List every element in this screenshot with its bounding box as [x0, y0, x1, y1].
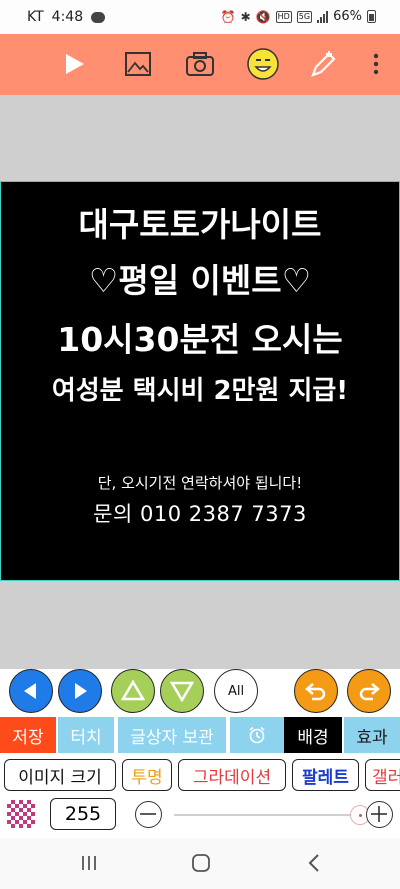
bluetooth-icon: ✱ [240, 9, 251, 24]
transparency-swatch[interactable] [7, 800, 35, 828]
gallery-button[interactable]: 갤러 [365, 759, 400, 791]
redo-button[interactable] [347, 669, 391, 713]
canvas-line-6: 문의 010 2387 7373 [93, 502, 307, 526]
network-type-icon: 5G [296, 10, 313, 23]
transparency-button[interactable]: 투명 [122, 759, 172, 791]
tab-touch[interactable]: 터치 [56, 717, 114, 753]
alpha-value[interactable]: 255 [50, 798, 116, 830]
arrow-left-icon [24, 683, 36, 699]
canvas-line-4: 여성분 택시비 2만원 지급! [51, 376, 349, 406]
text-canvas[interactable]: 대구토토가나이트 ♡평일 이벤트♡ 10시30분전 오시는 여성분 택시비 2만… [0, 181, 400, 581]
image-icon [125, 52, 151, 76]
canvas-line-2: ♡평일 이벤트♡ [88, 261, 312, 300]
recent-apps-button[interactable] [80, 854, 98, 876]
edit-icon [311, 51, 336, 77]
tab-effect[interactable]: 효과 [342, 717, 400, 753]
image-button[interactable] [120, 46, 156, 82]
more-button[interactable] [358, 46, 394, 82]
canvas-line-1: 대구토토가나이트 [78, 205, 322, 244]
edit-button[interactable] [306, 46, 342, 82]
battery-percent: 66% [333, 9, 362, 24]
minus-icon [140, 813, 156, 815]
home-button[interactable] [191, 853, 211, 877]
alpha-slider-track[interactable] [174, 814, 366, 816]
thumb-center-dot [359, 814, 362, 817]
canvas-line-3: 10시30분전 오시는 [57, 320, 343, 359]
arrow-down-icon [170, 681, 194, 702]
option-buttons: 이미지 크기 투명 그라데이션 팔레트 갤러 [0, 759, 400, 791]
recent-apps-icon [82, 856, 96, 870]
more-icon [373, 53, 379, 75]
undo-icon [305, 683, 326, 701]
camera-icon [186, 52, 214, 76]
emoji-button[interactable] [245, 46, 281, 82]
navigation-row: All [0, 669, 400, 713]
tab-save[interactable]: 저장 [0, 717, 56, 753]
move-up-button[interactable] [111, 669, 155, 713]
camera-button[interactable] [182, 46, 218, 82]
signal-icon [317, 10, 329, 23]
message-icon [91, 11, 106, 23]
tab-background[interactable]: 배경 [284, 717, 342, 753]
play-button[interactable] [56, 46, 92, 82]
redo-icon [359, 683, 380, 701]
mute-icon: 🔇 [255, 9, 271, 24]
select-all-button[interactable]: All [214, 669, 258, 713]
plus-icon [371, 806, 387, 822]
back-button[interactable] [306, 853, 322, 877]
battery-icon [367, 10, 376, 23]
tab-alarm[interactable] [228, 717, 284, 753]
select-all-label: All [227, 683, 245, 699]
alarm-icon: ⏰ [220, 9, 236, 24]
tab-textbox-storage[interactable]: 글상자 보관 [116, 717, 226, 753]
status-bar: KT 4:48 ⏰ ✱ 🔇 HD 5G 66% [0, 0, 400, 34]
move-down-button[interactable] [160, 669, 204, 713]
arrow-up-icon [121, 680, 145, 701]
hd-icon: HD [275, 10, 292, 23]
canvas-line-5: 단, 오시기전 연락하셔야 됩니다! [97, 474, 303, 492]
clock: 4:48 [51, 9, 84, 25]
play-icon [66, 54, 84, 74]
carrier-label: KT [27, 9, 44, 25]
decrease-button[interactable] [135, 801, 162, 828]
undo-button[interactable] [294, 669, 338, 713]
system-navigation-bar [0, 838, 400, 889]
function-tabs: 저장 터치 글상자 보관 배경 효과 [0, 717, 400, 753]
back-icon [308, 854, 319, 872]
app-toolbar [0, 34, 400, 95]
home-icon [192, 854, 210, 872]
arrow-right-icon [75, 683, 87, 699]
move-left-button[interactable] [9, 669, 53, 713]
alarm-clock-icon [249, 726, 265, 744]
increase-button[interactable] [366, 801, 393, 828]
palette-button[interactable]: 팔레트 [292, 759, 359, 791]
image-size-button[interactable]: 이미지 크기 [4, 759, 116, 791]
alpha-slider-row: 255 [0, 797, 400, 833]
emoji-icon [247, 48, 279, 80]
gradient-button[interactable]: 그라데이션 [178, 759, 286, 791]
move-right-button[interactable] [58, 669, 102, 713]
